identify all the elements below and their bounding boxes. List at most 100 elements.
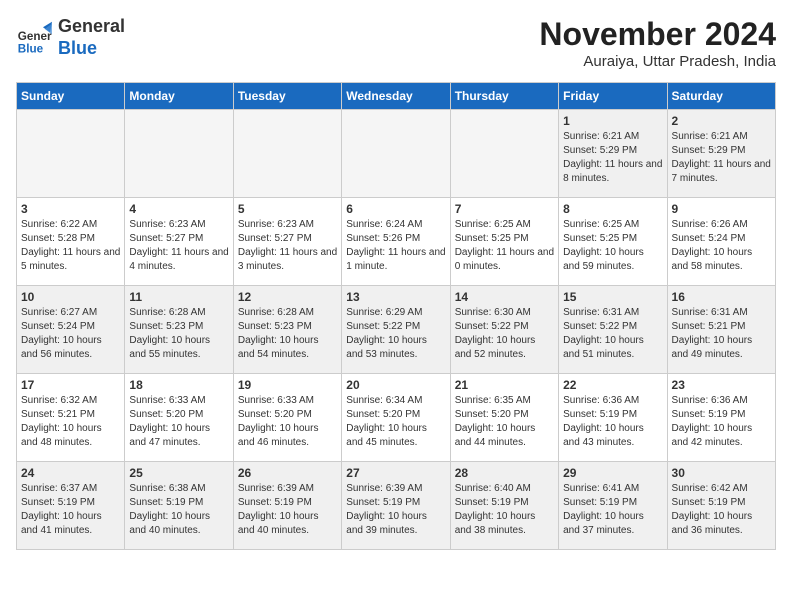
cell-3-5: 22Sunrise: 6:36 AMSunset: 5:19 PMDayligh… bbox=[559, 374, 667, 462]
day-number: 20 bbox=[346, 378, 445, 392]
day-info: Sunrise: 6:31 AMSunset: 5:22 PMDaylight:… bbox=[563, 306, 662, 362]
cell-0-5: 1 Sunrise: 6:21 AMSunset: 5:29 PMDaylight… bbox=[559, 110, 667, 198]
day-info: Sunrise: 6:31 AMSunset: 5:21 PMDaylight:… bbox=[672, 306, 771, 362]
day-number: 13 bbox=[346, 290, 445, 304]
day-number: 5 bbox=[238, 202, 337, 216]
day-number: 12 bbox=[238, 290, 337, 304]
day-number: 21 bbox=[455, 378, 554, 392]
day-number: 4 bbox=[129, 202, 228, 216]
cell-2-3: 13 Sunrise: 6:29 AMSunset: 5:22 PMDayligh… bbox=[342, 286, 450, 374]
cell-1-0: 3 Sunrise: 6:22 AMSunset: 5:28 PMDaylight… bbox=[17, 198, 125, 286]
day-number: 6 bbox=[346, 202, 445, 216]
header-monday: Monday bbox=[125, 83, 233, 110]
day-number: 17 bbox=[21, 378, 120, 392]
calendar-header: Sunday Monday Tuesday Wednesday Thursday… bbox=[17, 83, 776, 110]
day-info: Sunrise: 6:39 AMSunset: 5:19 PMDaylight:… bbox=[346, 482, 445, 538]
week-row-3: 10 Sunrise: 6:27 AMSunset: 5:24 PMDayligh… bbox=[17, 286, 776, 374]
cell-4-2: 26 Sunrise: 6:39 AMSunset: 5:19 PMDayligh… bbox=[233, 462, 341, 550]
cell-2-0: 10 Sunrise: 6:27 AMSunset: 5:24 PMDayligh… bbox=[17, 286, 125, 374]
week-row-2: 3 Sunrise: 6:22 AMSunset: 5:28 PMDaylight… bbox=[17, 198, 776, 286]
day-info: Sunrise: 6:34 AMSunset: 5:20 PMDaylight:… bbox=[346, 394, 445, 450]
day-number: 22 bbox=[563, 378, 662, 392]
day-info: Sunrise: 6:28 AMSunset: 5:23 PMDaylight:… bbox=[238, 306, 337, 362]
subtitle: Auraiya, Uttar Pradesh, India bbox=[539, 53, 776, 70]
day-info: Sunrise: 6:35 AMSunset: 5:20 PMDaylight:… bbox=[455, 394, 554, 450]
day-info: Sunrise: 6:27 AMSunset: 5:24 PMDaylight:… bbox=[21, 306, 120, 362]
cell-1-6: 9Sunrise: 6:26 AMSunset: 5:24 PMDaylight… bbox=[667, 198, 775, 286]
cell-2-4: 14Sunrise: 6:30 AMSunset: 5:22 PMDayligh… bbox=[450, 286, 558, 374]
day-number: 1 bbox=[563, 114, 662, 128]
calendar-body: 1 Sunrise: 6:21 AMSunset: 5:29 PMDaylight… bbox=[17, 110, 776, 550]
cell-0-4 bbox=[450, 110, 558, 198]
day-info: Sunrise: 6:42 AMSunset: 5:19 PMDaylight:… bbox=[672, 482, 771, 538]
day-number: 8 bbox=[563, 202, 662, 216]
day-info: Sunrise: 6:25 AMSunset: 5:25 PMDaylight:… bbox=[455, 218, 554, 274]
day-number: 26 bbox=[238, 466, 337, 480]
cell-1-5: 8 Sunrise: 6:25 AMSunset: 5:25 PMDaylight… bbox=[559, 198, 667, 286]
logo: General Blue GeneralBlue bbox=[16, 16, 125, 59]
day-number: 2 bbox=[672, 114, 771, 128]
day-info: Sunrise: 6:37 AMSunset: 5:19 PMDaylight:… bbox=[21, 482, 120, 538]
cell-4-1: 25Sunrise: 6:38 AMSunset: 5:19 PMDayligh… bbox=[125, 462, 233, 550]
cell-1-1: 4 Sunrise: 6:23 AMSunset: 5:27 PMDaylight… bbox=[125, 198, 233, 286]
day-number: 23 bbox=[672, 378, 771, 392]
day-info: Sunrise: 6:38 AMSunset: 5:19 PMDaylight:… bbox=[129, 482, 228, 538]
day-number: 19 bbox=[238, 378, 337, 392]
header-row: Sunday Monday Tuesday Wednesday Thursday… bbox=[17, 83, 776, 110]
cell-3-2: 19 Sunrise: 6:33 AMSunset: 5:20 PMDayligh… bbox=[233, 374, 341, 462]
day-number: 7 bbox=[455, 202, 554, 216]
cell-3-3: 20 Sunrise: 6:34 AMSunset: 5:20 PMDayligh… bbox=[342, 374, 450, 462]
cell-0-2 bbox=[233, 110, 341, 198]
day-info: Sunrise: 6:40 AMSunset: 5:19 PMDaylight:… bbox=[455, 482, 554, 538]
day-info: Sunrise: 6:36 AMSunset: 5:19 PMDaylight:… bbox=[672, 394, 771, 450]
day-info: Sunrise: 6:33 AMSunset: 5:20 PMDaylight:… bbox=[238, 394, 337, 450]
day-info: Sunrise: 6:22 AMSunset: 5:28 PMDaylight:… bbox=[21, 218, 120, 274]
week-row-1: 1 Sunrise: 6:21 AMSunset: 5:29 PMDaylight… bbox=[17, 110, 776, 198]
month-title: November 2024 bbox=[539, 16, 776, 53]
day-number: 30 bbox=[672, 466, 771, 480]
day-number: 18 bbox=[129, 378, 228, 392]
logo-icon: General Blue bbox=[16, 20, 52, 56]
svg-text:General: General bbox=[18, 29, 52, 42]
cell-1-3: 6 Sunrise: 6:24 AMSunset: 5:26 PMDaylight… bbox=[342, 198, 450, 286]
page-header: General Blue GeneralBlue November 2024 A… bbox=[16, 16, 776, 70]
cell-0-3 bbox=[342, 110, 450, 198]
day-info: Sunrise: 6:39 AMSunset: 5:19 PMDaylight:… bbox=[238, 482, 337, 538]
cell-1-4: 7 Sunrise: 6:25 AMSunset: 5:25 PMDaylight… bbox=[450, 198, 558, 286]
day-number: 14 bbox=[455, 290, 554, 304]
day-info: Sunrise: 6:23 AMSunset: 5:27 PMDaylight:… bbox=[129, 218, 228, 274]
header-thursday: Thursday bbox=[450, 83, 558, 110]
cell-4-0: 24 Sunrise: 6:37 AMSunset: 5:19 PMDayligh… bbox=[17, 462, 125, 550]
title-block: November 2024 Auraiya, Uttar Pradesh, In… bbox=[539, 16, 776, 70]
header-tuesday: Tuesday bbox=[233, 83, 341, 110]
cell-0-6: 2Sunrise: 6:21 AMSunset: 5:29 PMDaylight… bbox=[667, 110, 775, 198]
day-info: Sunrise: 6:33 AMSunset: 5:20 PMDaylight:… bbox=[129, 394, 228, 450]
day-number: 3 bbox=[21, 202, 120, 216]
day-info: Sunrise: 6:21 AMSunset: 5:29 PMDaylight:… bbox=[563, 130, 662, 186]
day-number: 29 bbox=[563, 466, 662, 480]
cell-1-2: 5 Sunrise: 6:23 AMSunset: 5:27 PMDaylight… bbox=[233, 198, 341, 286]
day-number: 11 bbox=[129, 290, 228, 304]
cell-3-1: 18 Sunrise: 6:33 AMSunset: 5:20 PMDayligh… bbox=[125, 374, 233, 462]
day-info: Sunrise: 6:24 AMSunset: 5:26 PMDaylight:… bbox=[346, 218, 445, 274]
day-info: Sunrise: 6:29 AMSunset: 5:22 PMDaylight:… bbox=[346, 306, 445, 362]
week-row-4: 17 Sunrise: 6:32 AMSunset: 5:21 PMDayligh… bbox=[17, 374, 776, 462]
header-wednesday: Wednesday bbox=[342, 83, 450, 110]
header-sunday: Sunday bbox=[17, 83, 125, 110]
day-number: 24 bbox=[21, 466, 120, 480]
cell-2-6: 16 Sunrise: 6:31 AMSunset: 5:21 PMDayligh… bbox=[667, 286, 775, 374]
day-number: 15 bbox=[563, 290, 662, 304]
svg-text:Blue: Blue bbox=[18, 42, 44, 55]
day-number: 28 bbox=[455, 466, 554, 480]
cell-0-0 bbox=[17, 110, 125, 198]
day-info: Sunrise: 6:32 AMSunset: 5:21 PMDaylight:… bbox=[21, 394, 120, 450]
day-info: Sunrise: 6:41 AMSunset: 5:19 PMDaylight:… bbox=[563, 482, 662, 538]
cell-3-6: 23 Sunrise: 6:36 AMSunset: 5:19 PMDayligh… bbox=[667, 374, 775, 462]
day-info: Sunrise: 6:25 AMSunset: 5:25 PMDaylight:… bbox=[563, 218, 662, 274]
cell-2-1: 11Sunrise: 6:28 AMSunset: 5:23 PMDayligh… bbox=[125, 286, 233, 374]
cell-4-3: 27Sunrise: 6:39 AMSunset: 5:19 PMDayligh… bbox=[342, 462, 450, 550]
cell-2-2: 12 Sunrise: 6:28 AMSunset: 5:23 PMDayligh… bbox=[233, 286, 341, 374]
day-info: Sunrise: 6:23 AMSunset: 5:27 PMDaylight:… bbox=[238, 218, 337, 274]
day-number: 16 bbox=[672, 290, 771, 304]
day-number: 10 bbox=[21, 290, 120, 304]
